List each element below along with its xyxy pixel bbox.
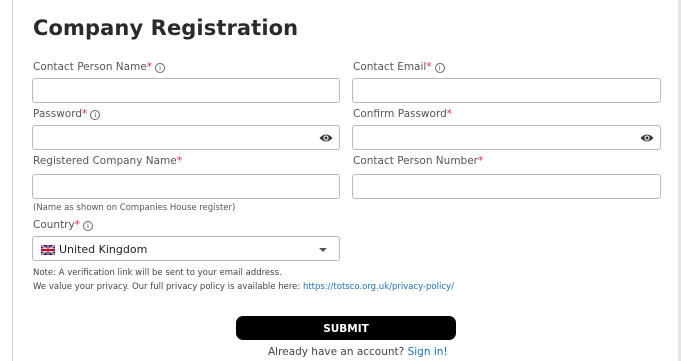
chevron-down-icon[interactable] [319,248,327,252]
info-icon[interactable]: i [155,63,166,73]
company-name-hint: (Name as shown on Companies House regist… [33,203,236,213]
confirm-password-label: Confirm Password* [353,108,453,120]
country-select[interactable]: United Kingdom [32,236,340,261]
privacy-policy-link[interactable]: https://totsco.org.uk/privacy-policy/ [303,282,454,292]
info-icon[interactable]: i [90,110,101,120]
confirm-password-input[interactable] [352,125,661,150]
submit-button[interactable]: SUBMIT [236,316,456,340]
sign-in-prompt: Already have an account? Sign in! [268,346,448,358]
verification-note: Note: A verification link will be sent t… [33,268,282,278]
sign-in-link[interactable]: Sign in! [408,346,448,358]
page-title: Company Registration [33,16,299,40]
company-name-label: Registered Company Name* [33,155,182,167]
uk-flag-icon [41,245,55,255]
country-label: Country* i [33,219,93,231]
password-input[interactable] [32,125,340,150]
country-value: United Kingdom [59,243,148,256]
privacy-note: We value your privacy. Our full privacy … [33,282,454,292]
eye-icon[interactable] [640,133,654,143]
company-name-input[interactable] [32,174,340,199]
info-icon[interactable]: i [434,63,445,73]
contact-email-label: Contact Email* i [353,61,445,73]
contact-name-input[interactable] [32,78,340,103]
contact-name-label: Contact Person Name* i [33,61,166,73]
contact-email-input[interactable] [352,78,661,103]
info-icon[interactable]: i [82,221,93,231]
password-label: Password* i [33,108,101,120]
contact-number-label: Contact Person Number* [353,155,484,167]
eye-icon[interactable] [319,133,333,143]
contact-number-input[interactable] [352,174,661,199]
